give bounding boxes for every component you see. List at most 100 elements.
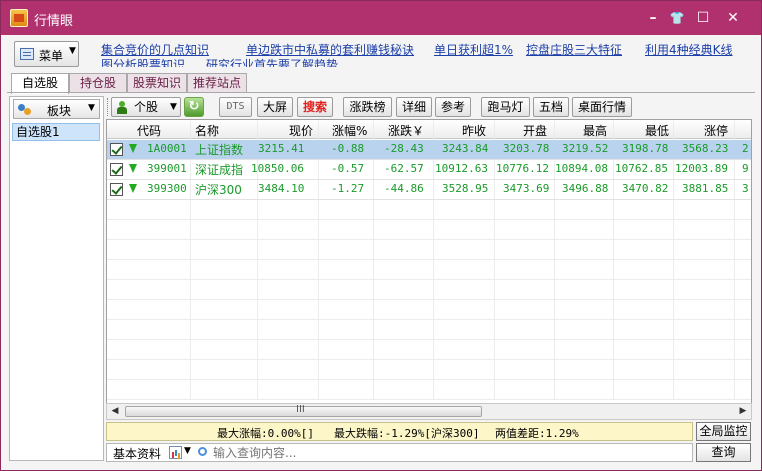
big-screen-button[interactable]: 大屏 xyxy=(257,97,293,117)
column-header[interactable]: 开盘 xyxy=(523,122,547,139)
tab-recommended-sites[interactable]: 推荐站点 xyxy=(187,73,247,93)
column-header[interactable]: 现价 xyxy=(289,122,313,139)
stock-type-select[interactable]: 个股 ▼ xyxy=(111,97,181,117)
menu-label: 菜单 xyxy=(39,49,64,63)
news-link[interactable]: 单日获利超1% xyxy=(434,41,513,58)
column-header[interactable]: 涨停 xyxy=(704,122,728,139)
search-input[interactable] xyxy=(213,445,683,460)
block-label: 板块 xyxy=(47,104,72,118)
column-header[interactable]: 涨跌￥ xyxy=(388,122,424,139)
row-checkbox[interactable] xyxy=(110,163,123,176)
global-monitor-button[interactable]: 全局监控 xyxy=(696,422,751,441)
column-header[interactable]: 最高 xyxy=(583,122,607,139)
watchlist-panel: 板块 ▼ 自选股1 xyxy=(9,96,104,461)
title-bar[interactable]: 行情眼 – 👕 ☐ ✕ xyxy=(1,1,761,35)
open-cell: 10776.12 xyxy=(496,162,549,175)
chevron-down-icon: ▼ xyxy=(69,46,76,56)
extra-cell: 3 xyxy=(742,182,749,195)
row-checkbox[interactable] xyxy=(110,143,123,156)
tab-watchlist[interactable]: 自选股 xyxy=(11,73,69,94)
tab-stock-knowledge[interactable]: 股票知识 xyxy=(127,73,187,93)
people-icon xyxy=(18,103,32,116)
close-button[interactable]: ✕ xyxy=(721,7,745,29)
low-cell: 3198.78 xyxy=(622,142,669,155)
scrollbar-thumb[interactable]: III xyxy=(125,404,482,417)
query-bar: 基本资料 ▼ xyxy=(106,443,693,462)
high-cell: 3496.88 xyxy=(562,182,609,195)
chevron-down-icon[interactable]: ▼ xyxy=(184,446,191,456)
low-cell: 10762.85 xyxy=(615,162,668,175)
empty-row xyxy=(107,340,751,360)
price-cell: 10850.06 xyxy=(251,162,304,175)
horizontal-scrollbar[interactable]: ◀ III ▶ xyxy=(106,403,752,420)
table-header: 代码 名称 现价 涨幅% 涨跌￥ 昨收 开盘 最高 最低 涨停 xyxy=(107,120,751,139)
app-logo-icon xyxy=(10,9,28,27)
max-fall-text: 最大跌幅:-1.29%[沪深300] xyxy=(334,427,480,440)
pct-cell: -0.88 xyxy=(331,142,365,155)
marquee-button[interactable]: 跑马灯 xyxy=(481,97,530,117)
chart-icon[interactable] xyxy=(169,446,182,459)
tab-divider xyxy=(7,92,755,93)
empty-row xyxy=(107,280,751,300)
menu-list-icon xyxy=(20,48,34,60)
five-level-button[interactable]: 五档 xyxy=(533,97,569,117)
open-cell: 3203.78 xyxy=(503,142,550,155)
block-selector[interactable]: 板块 ▼ xyxy=(13,99,100,119)
maximize-button[interactable]: ☐ xyxy=(691,7,715,29)
main-menu-button[interactable]: 菜单 ▼ xyxy=(14,41,79,67)
refresh-icon[interactable]: ↻ xyxy=(184,97,204,117)
row-checkbox[interactable] xyxy=(110,183,123,196)
quote-table: 代码 名称 现价 涨幅% 涨跌￥ 昨收 开盘 最高 最低 涨停 1A0001 上… xyxy=(106,119,752,419)
detail-button[interactable]: 详细 xyxy=(396,97,432,117)
limit-cell: 3881.85 xyxy=(682,182,729,195)
watchlist-item[interactable]: 自选股1 xyxy=(12,123,100,141)
query-button[interactable]: 查询 xyxy=(696,443,751,462)
basic-info-label[interactable]: 基本资料 xyxy=(113,445,161,462)
rank-button[interactable]: 涨跌榜 xyxy=(343,97,392,117)
table-row[interactable]: 399001 深证成指 10850.06 -0.57 -62.57 10912.… xyxy=(107,160,751,180)
column-header[interactable]: 涨幅% xyxy=(332,122,367,139)
empty-row xyxy=(107,200,751,220)
chevron-down-icon: ▼ xyxy=(88,103,95,113)
name-cell: 沪深300 xyxy=(195,183,242,197)
toolbar-grip[interactable] xyxy=(107,98,110,116)
column-header[interactable]: 代码 xyxy=(137,122,161,139)
chevron-down-icon: ▼ xyxy=(170,102,177,112)
prev-close-cell: 3243.84 xyxy=(442,142,489,155)
search-icon xyxy=(198,447,207,456)
empty-row xyxy=(107,360,751,380)
limit-cell: 12003.89 xyxy=(675,162,728,175)
reference-button[interactable]: 参考 xyxy=(435,97,471,117)
table-row[interactable]: 399300 沪深300 3484.10 -1.27 -44.86 3528.9… xyxy=(107,180,751,200)
news-link[interactable]: 控盘庄股三大特征 xyxy=(526,41,622,58)
status-bar: 最大涨幅:0.00%[] 最大跌幅:-1.29%[沪深300] 两值差距:1.2… xyxy=(106,422,693,441)
code-cell: 399001 xyxy=(147,162,187,175)
table-row[interactable]: 1A0001 上证指数 3215.41 -0.88 -28.43 3243.84… xyxy=(107,140,751,160)
column-header[interactable]: 昨收 xyxy=(462,122,486,139)
minimize-button[interactable]: – xyxy=(641,7,665,29)
news-link[interactable]: 研究行业首先要了解趋势 xyxy=(206,56,338,67)
column-header[interactable]: 名称 xyxy=(195,122,219,139)
pct-cell: -1.27 xyxy=(331,182,365,195)
prev-close-cell: 3528.95 xyxy=(442,182,489,195)
code-cell: 399300 xyxy=(147,182,187,195)
skin-shirt-icon[interactable]: 👕 xyxy=(665,7,689,29)
tab-holdings[interactable]: 持仓股 xyxy=(69,73,127,93)
name-cell: 上证指数 xyxy=(195,143,244,157)
change-cell: -28.43 xyxy=(384,142,424,155)
empty-row xyxy=(107,240,751,260)
extra-cell: 9 xyxy=(742,162,749,175)
name-cell: 深证成指 xyxy=(195,163,244,177)
dts-button[interactable]: DTS xyxy=(219,97,252,117)
desktop-quote-button[interactable]: 桌面行情 xyxy=(572,97,632,117)
down-arrow-icon xyxy=(129,184,137,193)
toolbar: 个股 ▼ ↻ DTS 大屏 搜索 涨跌榜 详细 参考 跑马灯 五档 桌面行情 xyxy=(107,96,755,118)
empty-row xyxy=(107,260,751,280)
scroll-right-icon[interactable]: ▶ xyxy=(735,404,751,419)
column-header[interactable]: 最低 xyxy=(645,122,669,139)
news-link[interactable]: 图分析股票知识 xyxy=(101,56,185,67)
app-window: 行情眼 – 👕 ☐ ✕ 菜单 ▼ 集合竞价的几点知识 单边跌市中私募的套利赚钱秘… xyxy=(0,0,762,471)
news-link[interactable]: 利用4种经典K线 xyxy=(645,41,733,58)
scroll-left-icon[interactable]: ◀ xyxy=(107,404,123,419)
search-button[interactable]: 搜索 xyxy=(297,97,333,117)
